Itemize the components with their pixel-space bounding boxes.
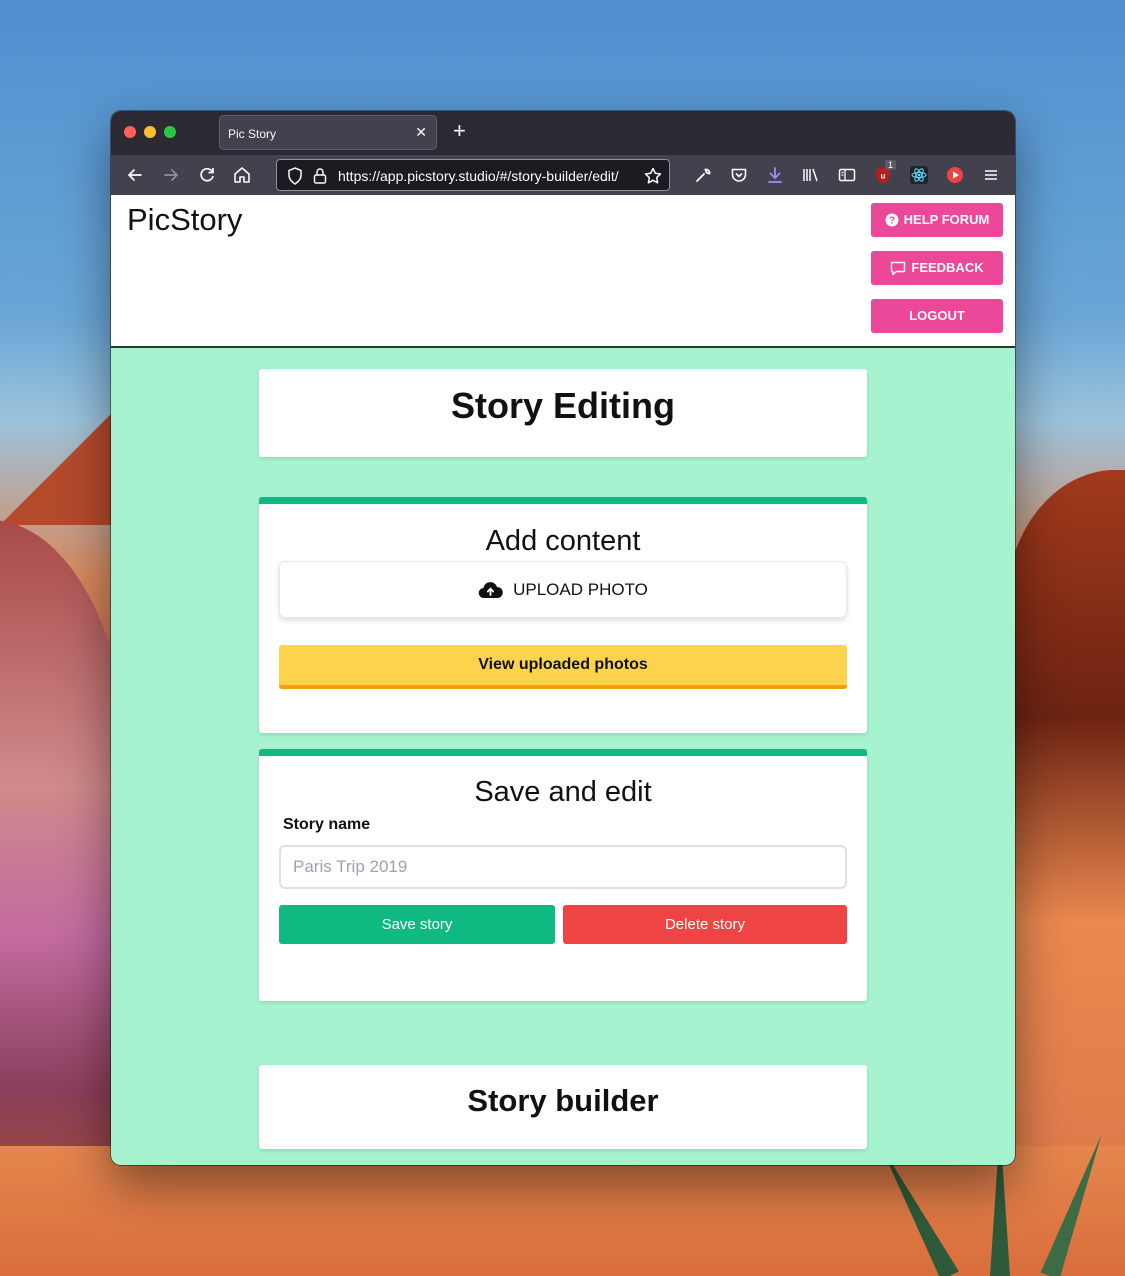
- svg-text:u: u: [881, 172, 886, 181]
- address-bar[interactable]: https://app.picstory.studio/#/story-buil…: [276, 159, 670, 191]
- feedback-label: FEEDBACK: [911, 260, 984, 275]
- desktop-wallpaper-ground: [0, 1146, 1125, 1276]
- svg-text:?: ?: [889, 216, 895, 227]
- upload-photo-label: UPLOAD PHOTO: [513, 579, 648, 599]
- page-title: Story Editing: [451, 385, 675, 426]
- save-story-button[interactable]: Save story: [279, 905, 555, 944]
- story-name-input[interactable]: [279, 845, 847, 889]
- youtube-extension-icon[interactable]: [944, 164, 966, 186]
- app-header: PicStory ? HELP FORUM FEEDBACK LOGOUT: [111, 195, 1015, 348]
- help-forum-label: HELP FORUM: [903, 212, 990, 227]
- app-logo[interactable]: PicStory: [127, 202, 242, 238]
- logout-label: LOGOUT: [909, 308, 965, 323]
- react-devtools-icon[interactable]: [908, 164, 930, 186]
- browser-tab[interactable]: Pic Story ✕: [219, 115, 437, 150]
- story-builder-title: Story builder: [467, 1083, 659, 1118]
- browser-window: Pic Story ✕ + https://app.picstory.studi…: [111, 111, 1015, 1165]
- tab-close-icon[interactable]: ✕: [415, 124, 427, 141]
- cloud-upload-icon: [478, 581, 503, 598]
- maximize-window-button[interactable]: [164, 126, 176, 138]
- library-icon[interactable]: [800, 164, 822, 186]
- forward-icon[interactable]: [160, 164, 182, 186]
- question-circle-icon: ?: [885, 213, 899, 227]
- bookmark-star-icon[interactable]: [643, 166, 663, 186]
- wrench-icon[interactable]: [692, 164, 714, 186]
- help-forum-button[interactable]: ? HELP FORUM: [871, 203, 1003, 237]
- tracking-shield-icon[interactable]: [285, 166, 305, 186]
- chat-bubble-icon: [891, 261, 906, 275]
- extension-badge: 1: [885, 160, 897, 170]
- home-icon[interactable]: [231, 164, 253, 186]
- feedback-button[interactable]: FEEDBACK: [871, 251, 1003, 285]
- browser-toolbar: https://app.picstory.studio/#/story-buil…: [111, 155, 1015, 195]
- add-content-card: Add content UPLOAD PHOTO View uploaded p…: [259, 497, 867, 733]
- close-window-button[interactable]: [124, 126, 136, 138]
- story-builder-card: Story builder: [259, 1065, 867, 1149]
- reload-icon[interactable]: [196, 164, 218, 186]
- menu-icon[interactable]: [980, 164, 1002, 186]
- logout-button[interactable]: LOGOUT: [871, 299, 1003, 333]
- story-name-label: Story name: [283, 816, 371, 833]
- save-edit-title: Save and edit: [474, 776, 652, 808]
- add-content-title: Add content: [485, 525, 641, 557]
- story-editing-card: Story Editing: [259, 369, 867, 457]
- downloads-icon[interactable]: [764, 164, 786, 186]
- save-edit-card: Save and edit Story name Save story Dele…: [259, 749, 867, 1001]
- upload-photo-button[interactable]: UPLOAD PHOTO: [279, 561, 847, 618]
- new-tab-button[interactable]: +: [453, 120, 466, 142]
- delete-story-button[interactable]: Delete story: [563, 905, 847, 944]
- view-uploaded-photos-button[interactable]: View uploaded photos: [279, 645, 847, 689]
- lock-icon[interactable]: [312, 166, 328, 186]
- pocket-icon[interactable]: [728, 164, 750, 186]
- sidebar-icon[interactable]: [836, 164, 858, 186]
- minimize-window-button[interactable]: [144, 126, 156, 138]
- url-text: https://app.picstory.studio/#/story-buil…: [338, 168, 619, 184]
- browser-titlebar: Pic Story ✕ +: [111, 111, 1015, 155]
- back-icon[interactable]: [124, 164, 146, 186]
- tab-title: Pic Story: [228, 127, 277, 141]
